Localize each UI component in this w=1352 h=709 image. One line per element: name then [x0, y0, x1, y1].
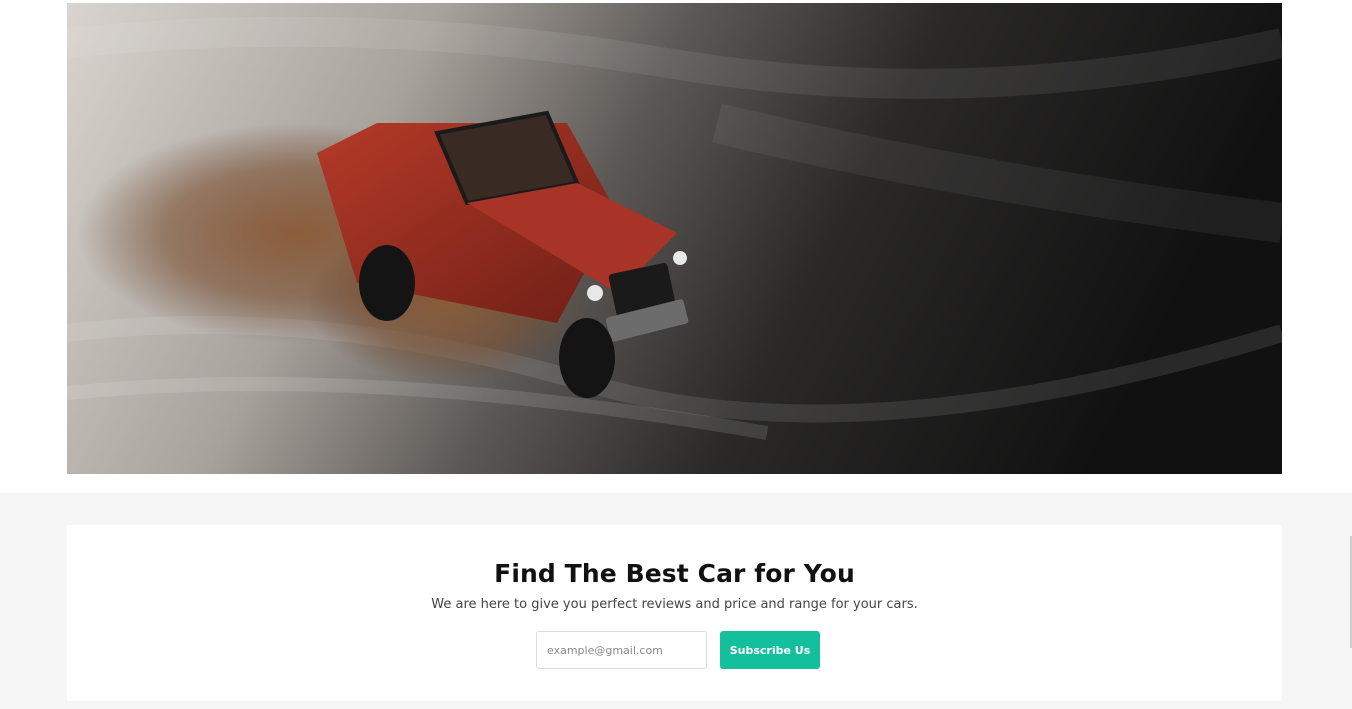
newsletter-title: Find The Best Car for You: [494, 559, 855, 588]
subscribe-button[interactable]: Subscribe Us: [720, 631, 820, 669]
subscribe-form: Subscribe Us: [536, 631, 820, 669]
newsletter-card: Find The Best Car for You We are here to…: [67, 525, 1282, 701]
page: Find The Best Car for You We are here to…: [0, 0, 1352, 709]
hero-illustration: [67, 3, 1282, 474]
email-input[interactable]: [536, 631, 707, 669]
newsletter-subtitle: We are here to give you perfect reviews …: [431, 597, 918, 612]
hero-banner-image: [67, 3, 1282, 474]
newsletter-section: Find The Best Car for You We are here to…: [0, 493, 1352, 709]
